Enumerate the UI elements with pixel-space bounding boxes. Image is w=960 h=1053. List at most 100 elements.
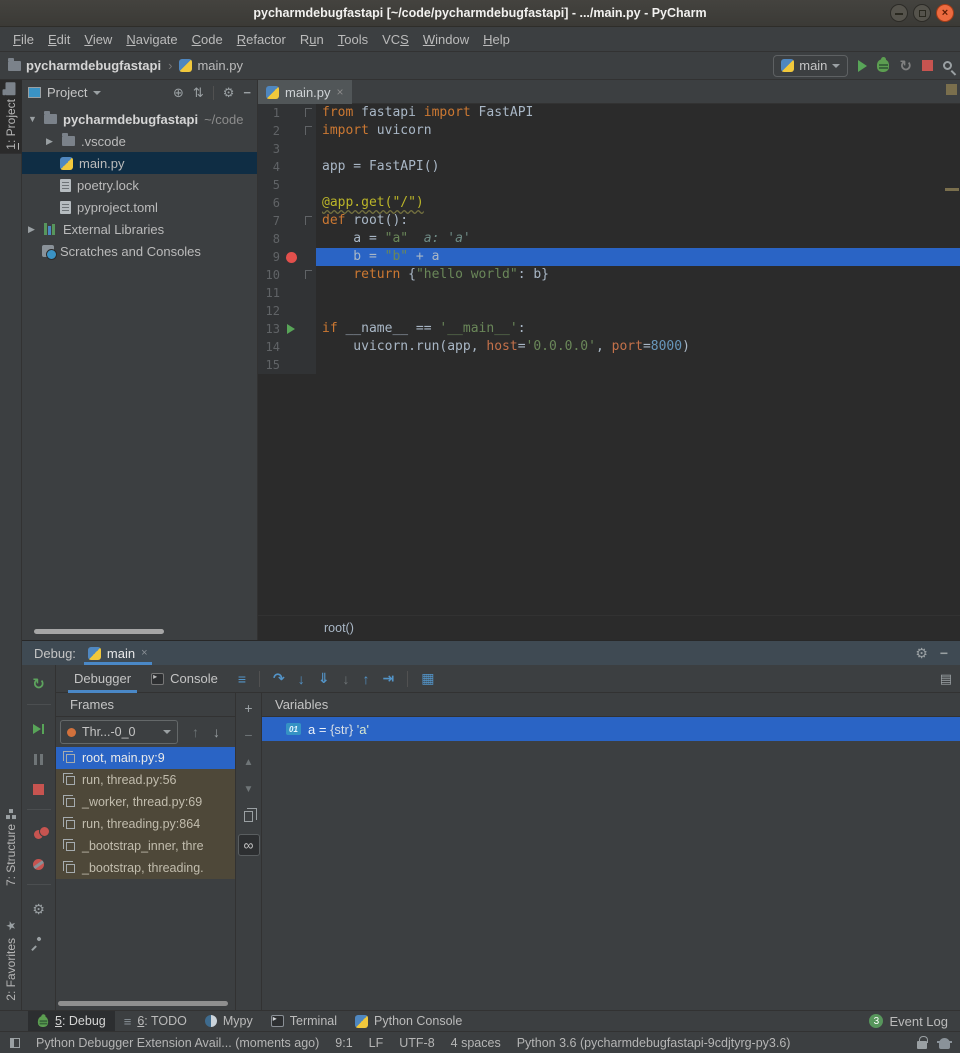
gear-icon[interactable]: ⚙ [223,86,235,99]
code-area[interactable]: 1from fastapi import FastAPI2import uvic… [258,104,960,374]
gutter[interactable]: 9 [258,248,316,266]
tree-item-pyproject-toml[interactable]: pyproject.toml [22,196,257,218]
chevron-right-icon[interactable]: ▶ [46,136,56,147]
code-line-15[interactable]: 15 [258,356,960,374]
code-line-7[interactable]: 7def root(): [258,212,960,230]
project-view-select[interactable]: Project [28,85,101,100]
breadcrumb-function[interactable]: root() [324,621,354,635]
fold-marker-icon[interactable] [305,270,312,279]
menu-code[interactable]: Code [185,29,230,50]
menu-navigate[interactable]: Navigate [119,29,184,50]
fold-marker-icon[interactable] [305,108,312,117]
gutter[interactable]: 2 [258,122,316,140]
chevron-right-icon[interactable]: ▶ [28,224,38,235]
move-up-icon[interactable]: ▲ [244,753,254,771]
code-line-8[interactable]: 8 a = "a" a: 'a' [258,230,960,248]
view-breakpoints-icon[interactable] [34,819,43,849]
tree-item-scratches-and-consoles[interactable]: Scratches and Consoles [22,240,257,262]
frames-view-icon[interactable]: ≡ [238,671,246,687]
tree-item-pycharmdebugfastapi[interactable]: ▼pycharmdebugfastapi ~/code [22,108,257,130]
toolwindow-button-project[interactable]: 1: Project [0,80,22,154]
run-button[interactable] [858,60,867,72]
gutter[interactable]: 12 [258,302,316,320]
tree-item--vscode[interactable]: ▶.vscode [22,130,257,152]
pause-icon[interactable] [34,744,43,774]
gutter[interactable]: 8 [258,230,316,248]
minimize-button-icon[interactable] [890,4,908,22]
gutter[interactable]: 6 [258,194,316,212]
pin-icon[interactable] [37,924,41,954]
thread-select[interactable]: Thr...-0_0 [60,720,178,744]
frames-horizontal-scrollbar[interactable] [58,1001,228,1006]
gutter[interactable]: 15 [258,356,316,374]
search-everywhere-icon[interactable] [943,61,952,70]
chevron-down-icon[interactable]: ▼ [28,114,38,124]
status-item-0[interactable]: Python Debugger Extension Avail... (mome… [36,1036,319,1050]
frame-row[interactable]: run, threading.py:864 [56,813,235,835]
debug-session-tab[interactable]: main × [84,641,152,665]
mute-breakpoints-icon[interactable] [33,849,44,879]
close-tab-icon[interactable]: × [337,85,344,99]
toolwindow-tab-6-todo[interactable]: ≡6: TODO [115,1011,196,1032]
run-configuration-select[interactable]: main [773,55,848,77]
maximize-button-icon[interactable] [913,4,931,22]
status-item-3[interactable]: UTF-8 [399,1036,434,1050]
step-over-icon[interactable]: ↷ [273,670,285,687]
gutter[interactable]: 13 [258,320,316,338]
variable-row[interactable]: 01a = {str} 'a' [262,717,960,741]
toolwindow-button-structure[interactable]: 7: Structure [0,805,22,890]
settings-icon[interactable]: ⚙ [32,894,45,924]
force-step-into-icon[interactable]: ⇓ [318,670,330,687]
menu-help[interactable]: Help [476,29,517,50]
menu-refactor[interactable]: Refactor [230,29,293,50]
tree-item-main-py[interactable]: main.py [22,152,257,174]
inspection-status-icon[interactable] [946,84,957,95]
menu-vcs[interactable]: VCS [375,29,416,50]
menu-edit[interactable]: Edit [41,29,77,50]
toolwindow-tab-terminal[interactable]: Terminal [262,1011,346,1032]
close-button-icon[interactable]: × [936,4,954,22]
gear-icon[interactable]: ⚙ [915,646,928,660]
breadcrumb-file[interactable]: main.py [197,58,243,73]
frame-row[interactable]: _bootstrap, threading. [56,857,235,879]
code-line-10[interactable]: 10 return {"hello world": b} [258,266,960,284]
gutter[interactable]: 3 [258,140,316,158]
status-item-1[interactable]: 9:1 [335,1036,352,1050]
code-line-13[interactable]: 13if __name__ == '__main__': [258,320,960,338]
hide-panel-icon[interactable]: − [243,86,251,99]
rerun-icon[interactable]: ↻ [32,669,45,699]
breadcrumb-root[interactable]: pycharmdebugfastapi [26,58,161,73]
watches-toggle-icon[interactable]: ∞ [238,834,260,856]
code-line-1[interactable]: 1from fastapi import FastAPI [258,104,960,122]
title-bar[interactable]: pycharmdebugfastapi [~/code/pycharmdebug… [0,0,960,27]
gutter[interactable]: 11 [258,284,316,302]
code-line-6[interactable]: 6@app.get("/") [258,194,960,212]
stop-icon[interactable] [33,774,44,804]
code-line-3[interactable]: 3 [258,140,960,158]
locate-icon[interactable]: ⊕ [173,86,184,99]
code-line-5[interactable]: 5 [258,176,960,194]
toggle-toolwindows-icon[interactable] [10,1038,20,1048]
breakpoint-icon[interactable] [286,252,297,263]
menu-file[interactable]: File [6,29,41,50]
duplicate-icon[interactable] [244,807,253,825]
gutter[interactable]: 5 [258,176,316,194]
highlighting-level-icon[interactable] [939,1038,950,1049]
coverage-button[interactable]: ↻ [899,57,912,75]
run-gutter-icon[interactable] [287,324,295,334]
hide-panel-icon[interactable]: − [940,646,948,660]
editor-tab-main-py[interactable]: main.py × [258,80,352,104]
move-down-icon[interactable]: ▼ [244,780,254,798]
step-into-icon[interactable]: ↓ [298,671,305,687]
frame-row[interactable]: _bootstrap_inner, thre [56,835,235,857]
code-line-4[interactable]: 4app = FastAPI() [258,158,960,176]
code-line-2[interactable]: 2import uvicorn [258,122,960,140]
menu-view[interactable]: View [77,29,119,50]
gutter[interactable]: 14 [258,338,316,356]
gutter[interactable]: 7 [258,212,316,230]
code-line-9[interactable]: 9 b = "b" + a [258,248,960,266]
gutter[interactable]: 1 [258,104,316,122]
toolwindow-button-favorites[interactable]: 2: Favorites★ [0,915,22,1005]
smart-step-into-icon[interactable]: ↓ [342,671,349,687]
debug-button[interactable] [877,59,889,72]
